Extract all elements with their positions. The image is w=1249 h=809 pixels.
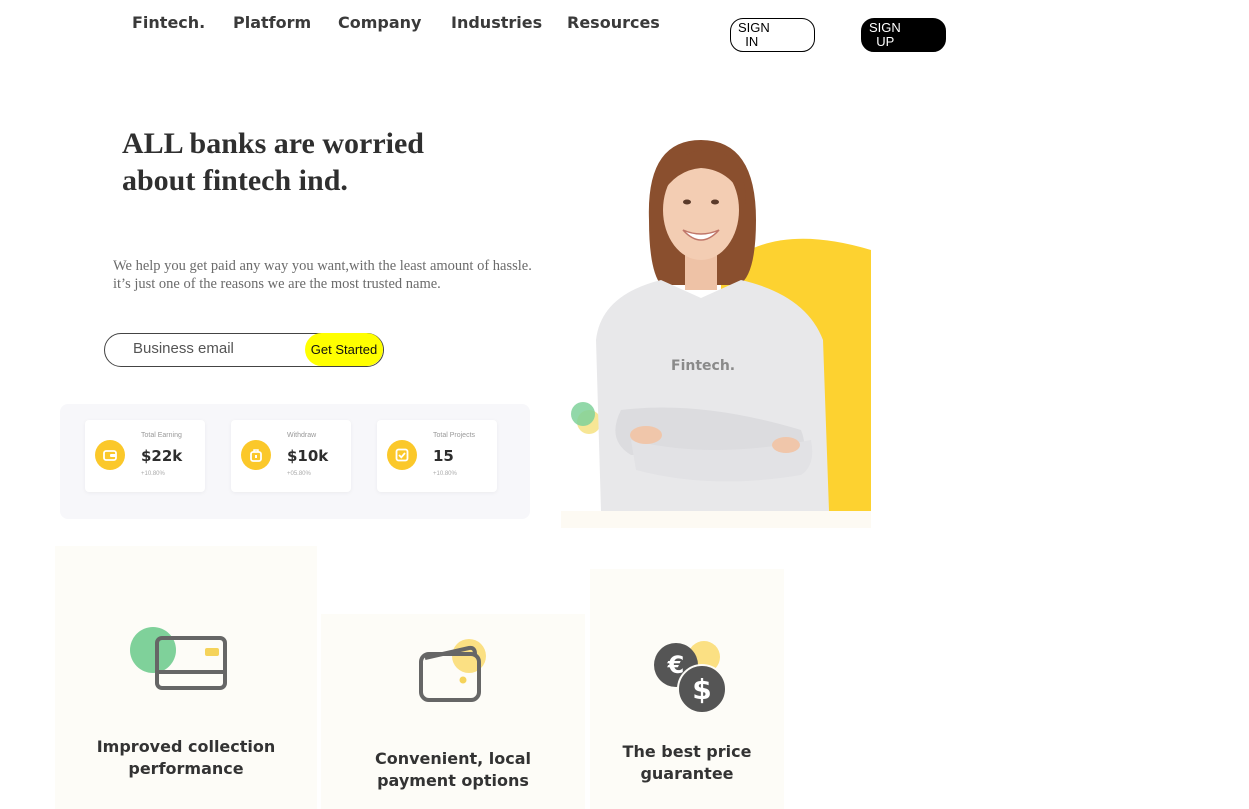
business-email-input[interactable] [133,340,303,357]
stat-label: Total Earning [141,432,182,439]
nav-link-resources[interactable]: Resources [567,13,660,32]
hero-subtitle: We help you get paid any way you want,wi… [113,258,532,292]
feature-card-collection: Improved collection performance [55,546,317,809]
stat-card-withdraw: Withdraw $10k +05.80% [231,420,351,492]
stat-value: $10k [287,447,329,465]
feature-card-payment: Convenient, local payment options [321,614,585,809]
bag-icon [241,440,271,470]
feature-title: Convenient, local payment options [321,748,585,792]
checkbox-icon [387,440,417,470]
stat-label: Total Projects [433,432,476,439]
wallet-icon [95,440,125,470]
stat-card-earning: Total Earning $22k +10.80% [85,420,205,492]
sign-in-button[interactable]: SIGN IN [730,18,815,52]
feature-title-text: Improved collection performance [96,737,276,778]
stat-change: +05.80% [287,471,311,477]
person-illustration [571,140,871,511]
hero-title: ALL banks are worried about fintech ind. [122,127,424,197]
nav-link-platform[interactable]: Platform [233,13,311,32]
stat-change: +10.80% [141,471,165,477]
stat-label: Withdraw [287,432,317,439]
feature-title: The best price guarantee [590,741,784,785]
stat-card-projects: Total Projects 15 +10.80% [377,420,497,492]
brand-logo[interactable]: Fintech. [132,13,205,32]
feature-title-text: Convenient, local payment options [374,749,532,790]
feature-title-text: The best price guarantee [622,742,752,783]
stat-change: +10.80% [433,471,457,477]
currency-coins-icon: € $ [652,639,732,720]
stats-panel: Total Earning $22k +10.80% Withdraw $10k… [60,404,530,519]
hero-person-image: Fintech. [561,110,871,528]
hero-image-strip [561,511,871,528]
credit-card-icon [129,626,229,695]
stat-value: 15 [433,447,454,465]
feature-card-price: € $ The best price guarantee [590,569,784,809]
stat-value: $22k [141,447,183,465]
nav-link-industries[interactable]: Industries [451,13,542,32]
nav-link-company[interactable]: Company [338,13,421,32]
get-started-button[interactable]: Get Started [305,333,383,366]
wallet-icon [417,636,497,711]
svg-text:$: $ [692,673,711,706]
feature-title: Improved collection performance [55,736,317,780]
email-signup-form: Get Started [104,333,384,367]
sweater-logo-text: Fintech. [671,358,736,374]
sign-up-button[interactable]: SIGN UP [861,18,946,52]
